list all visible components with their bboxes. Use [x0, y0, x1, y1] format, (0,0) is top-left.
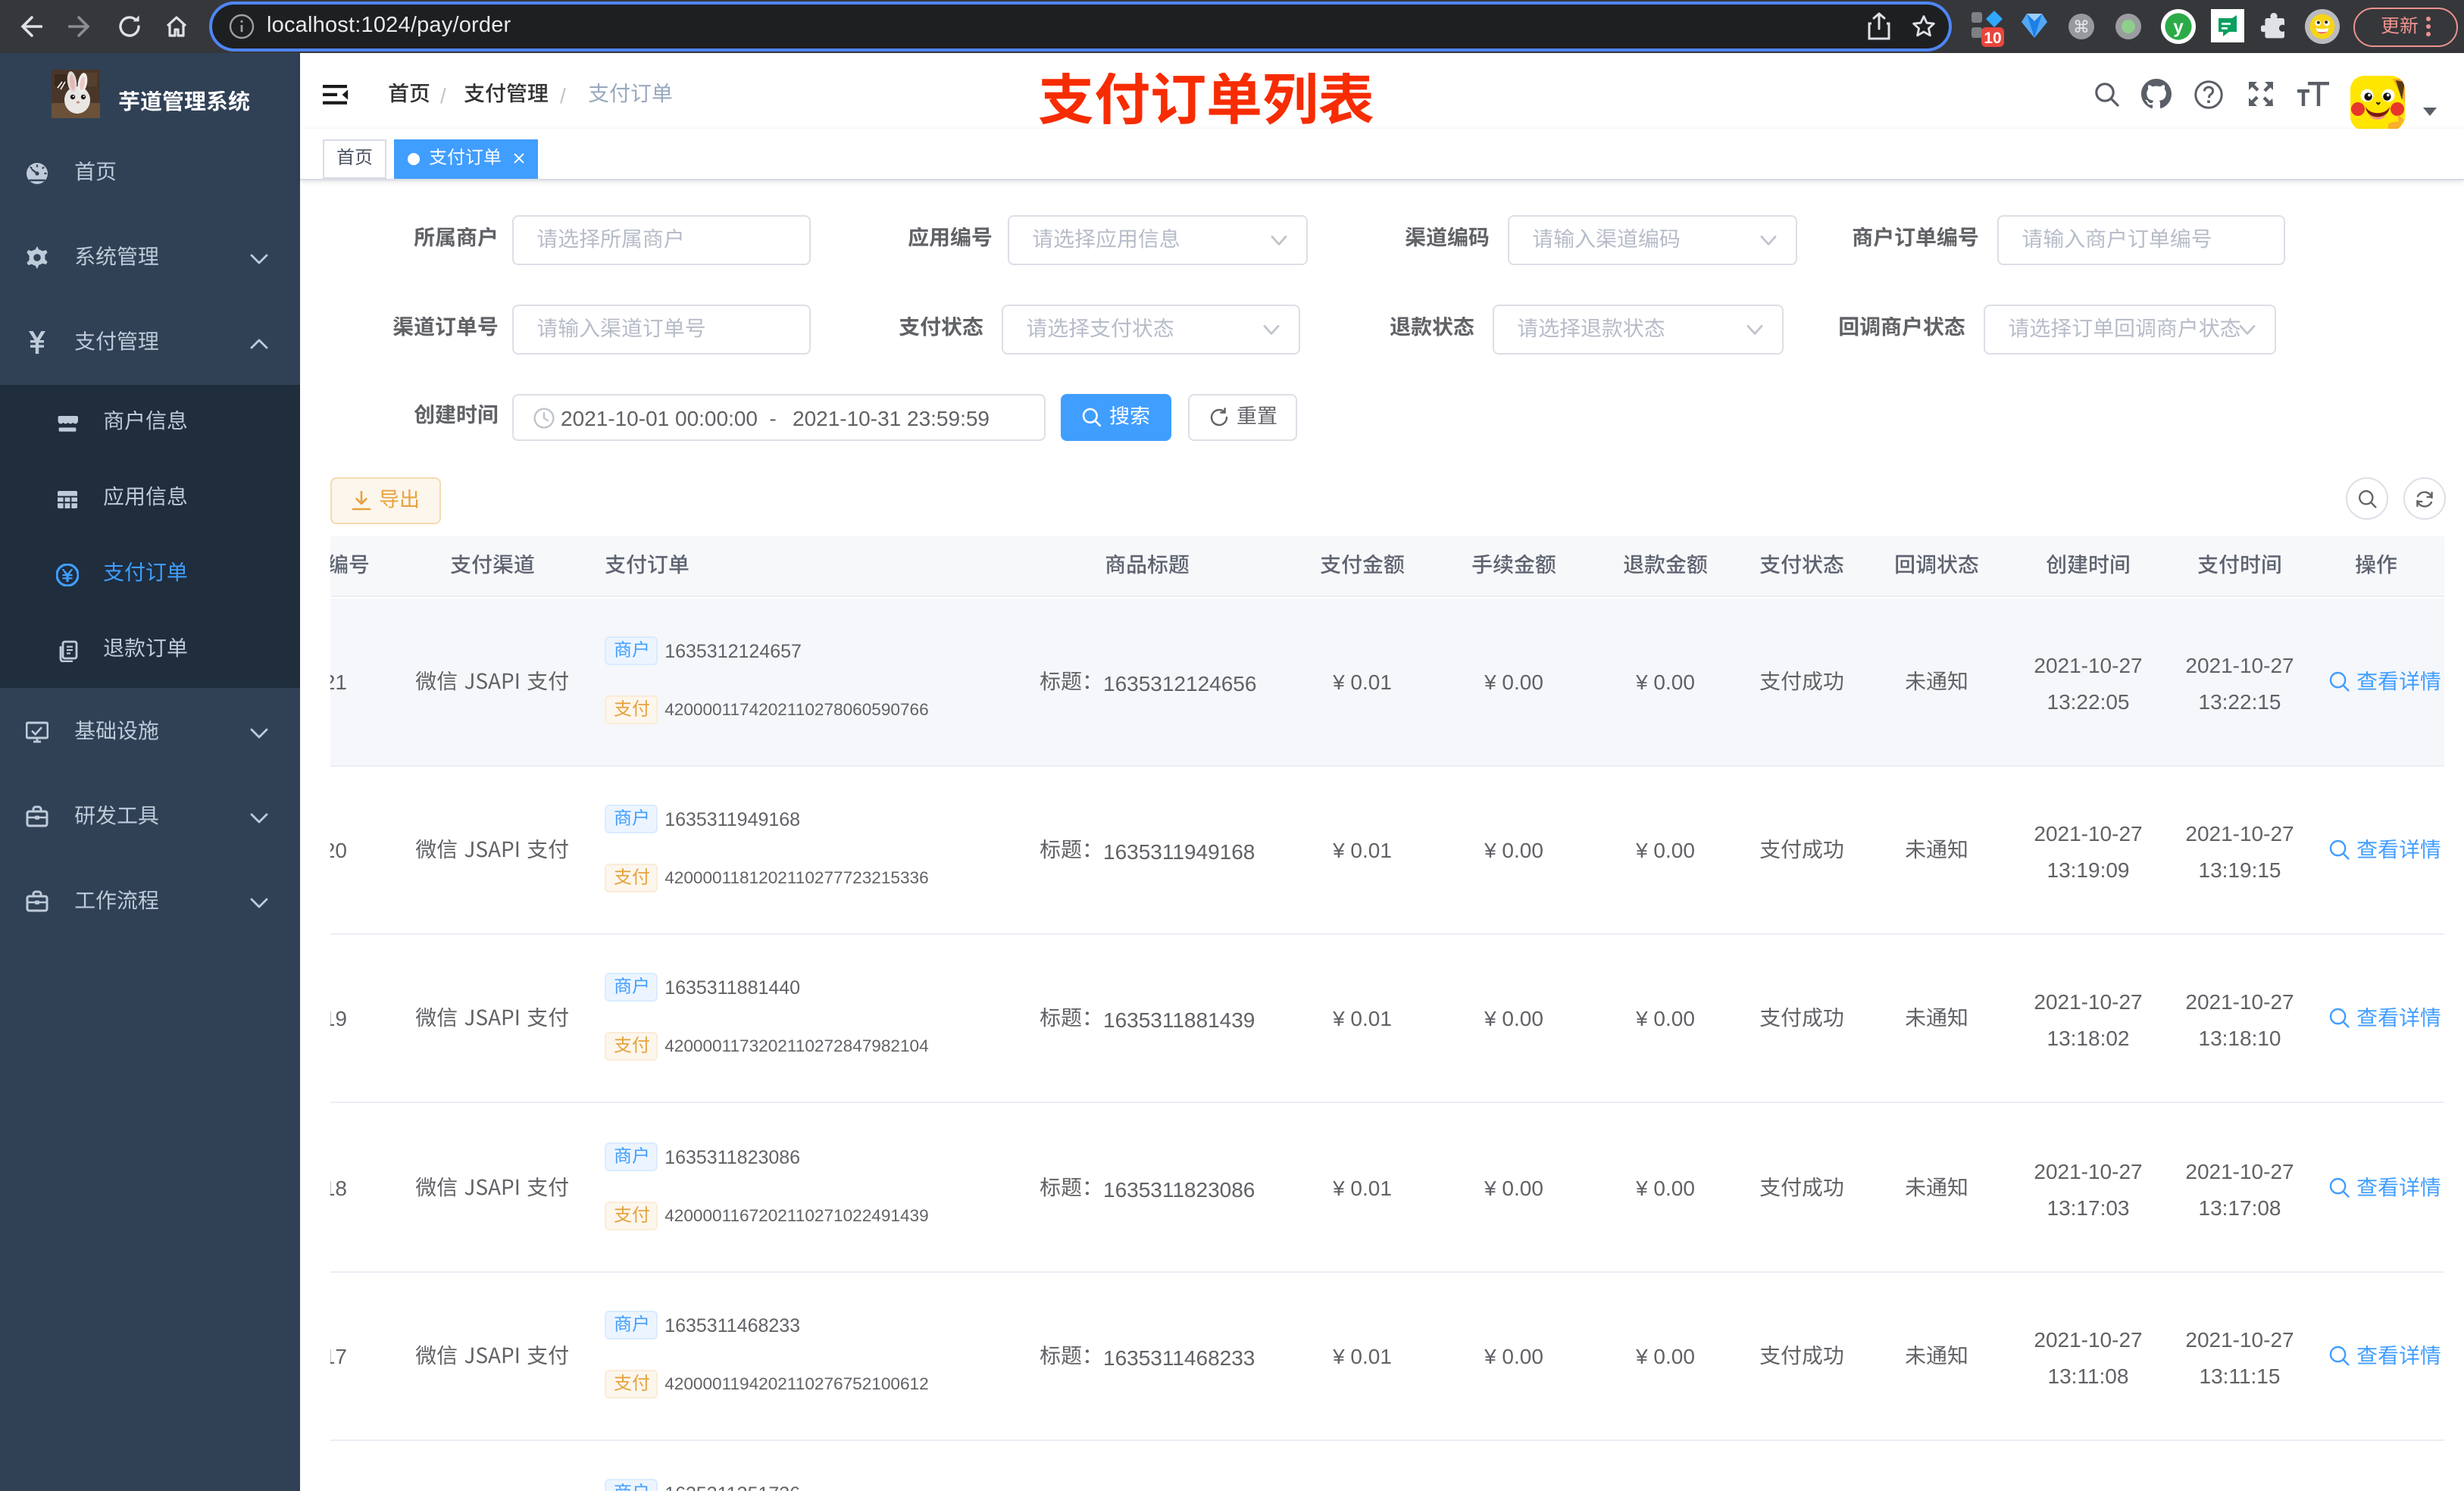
svg-text:y: y	[2173, 17, 2184, 38]
svg-text:10: 10	[1984, 30, 2001, 47]
svg-text:⌘: ⌘	[2073, 17, 2090, 36]
